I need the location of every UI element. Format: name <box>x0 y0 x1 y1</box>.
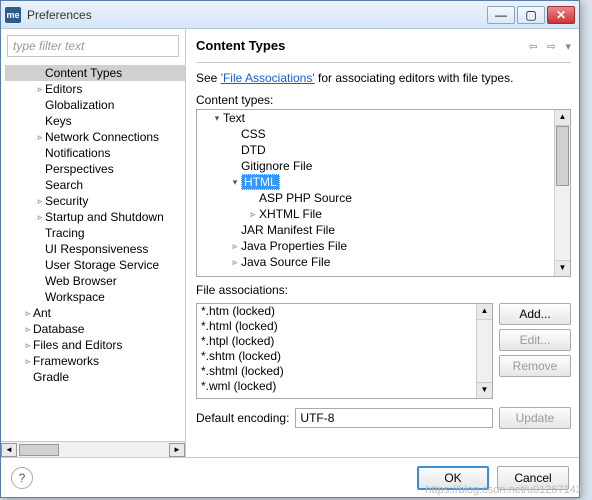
file-assoc-label: File associations: <box>196 283 571 297</box>
nav-item-content-types[interactable]: ▹Content Types <box>5 65 185 81</box>
nav-item-workspace[interactable]: ▹Workspace <box>5 289 185 305</box>
back-icon[interactable]: ⇦ <box>528 41 537 53</box>
nav-item-keys[interactable]: ▹Keys <box>5 113 185 129</box>
content-panel: Content Types ⇦ ⇨ ▾ See 'File Associatio… <box>186 29 579 457</box>
nav-item-notifications[interactable]: ▹Notifications <box>5 145 185 161</box>
preferences-window: me Preferences — ▢ ✕ type filter text ▹C… <box>0 0 580 498</box>
nav-item-editors[interactable]: ▹Editors <box>5 81 185 97</box>
file-associations-link[interactable]: 'File Associations' <box>221 71 315 85</box>
nav-item-network-connections[interactable]: ▹Network Connections <box>5 129 185 145</box>
scroll-left-icon[interactable]: ◄ <box>1 443 17 457</box>
encoding-input[interactable] <box>295 408 493 428</box>
nav-item-user-storage-service[interactable]: ▹User Storage Service <box>5 257 185 273</box>
nav-item-files-and-editors[interactable]: ▹Files and Editors <box>5 337 185 353</box>
update-button[interactable]: Update <box>499 407 571 429</box>
ct-item-asp-php-source[interactable]: ASP PHP Source <box>197 190 570 206</box>
ct-item-gitignore-file[interactable]: Gitignore File <box>197 158 570 174</box>
content-types-tree[interactable]: ▾TextCSSDTDGitignore File▾HTMLASP PHP So… <box>196 109 571 277</box>
nav-tree-hscroll[interactable]: ◄ ► <box>1 441 185 457</box>
assoc-item[interactable]: *.wml (locked) <box>197 379 492 394</box>
remove-button[interactable]: Remove <box>499 355 571 377</box>
nav-item-tracing[interactable]: ▹Tracing <box>5 225 185 241</box>
scroll-down-icon[interactable]: ▼ <box>555 260 570 276</box>
window-title: Preferences <box>27 8 485 22</box>
description: See 'File Associations' for associating … <box>196 71 571 85</box>
nav-item-web-browser[interactable]: ▹Web Browser <box>5 273 185 289</box>
assoc-item[interactable]: *.htm (locked) <box>197 304 492 319</box>
assoc-item[interactable]: *.shtml (locked) <box>197 364 492 379</box>
nav-item-ui-responsiveness[interactable]: ▹UI Responsiveness <box>5 241 185 257</box>
page-title: Content Types <box>196 38 522 53</box>
file-assoc-list[interactable]: *.htm (locked)*.html (locked)*.htpl (loc… <box>196 303 493 399</box>
nav-item-globalization[interactable]: ▹Globalization <box>5 97 185 113</box>
ct-item-css[interactable]: CSS <box>197 126 570 142</box>
watermark: https://blog.csdn.net/u01267143 <box>425 484 582 496</box>
ct-item-html[interactable]: ▾HTML <box>197 174 570 190</box>
assoc-item[interactable]: *.shtm (locked) <box>197 349 492 364</box>
hscroll-thumb[interactable] <box>19 444 59 456</box>
nav-item-perspectives[interactable]: ▹Perspectives <box>5 161 185 177</box>
assoc-vscroll[interactable]: ▲ ▼ <box>476 304 492 398</box>
nav-tree[interactable]: ▹Content Types▹Editors▹Globalization▹Key… <box>1 63 185 441</box>
filter-input[interactable]: type filter text <box>7 35 179 57</box>
ct-item-text[interactable]: ▾Text <box>197 110 570 126</box>
nav-item-startup-and-shutdown[interactable]: ▹Startup and Shutdown <box>5 209 185 225</box>
nav-item-gradle[interactable]: ▹Gradle <box>5 369 185 385</box>
scroll-right-icon[interactable]: ► <box>169 443 185 457</box>
assoc-item[interactable]: *.html (locked) <box>197 319 492 334</box>
scroll-up-icon[interactable]: ▲ <box>477 304 492 320</box>
encoding-label: Default encoding: <box>196 411 289 425</box>
left-panel: type filter text ▹Content Types▹Editors▹… <box>1 29 186 457</box>
minimize-button[interactable]: — <box>487 6 515 24</box>
nav-item-search[interactable]: ▹Search <box>5 177 185 193</box>
page-nav-icons: ⇦ ⇨ ▾ <box>522 39 571 53</box>
ct-vscroll-thumb[interactable] <box>556 126 569 186</box>
scroll-down-icon[interactable]: ▼ <box>477 382 492 398</box>
ct-item-dtd[interactable]: DTD <box>197 142 570 158</box>
help-icon[interactable]: ? <box>11 467 33 489</box>
nav-item-frameworks[interactable]: ▹Frameworks <box>5 353 185 369</box>
ct-item-xhtml-file[interactable]: ▹XHTML File <box>197 206 570 222</box>
add-button[interactable]: Add... <box>499 303 571 325</box>
dropdown-icon[interactable]: ▾ <box>565 41 571 53</box>
edit-button[interactable]: Edit... <box>499 329 571 351</box>
nav-item-database[interactable]: ▹Database <box>5 321 185 337</box>
ct-item-jar-manifest-file[interactable]: JAR Manifest File <box>197 222 570 238</box>
app-icon: me <box>5 7 21 23</box>
maximize-button[interactable]: ▢ <box>517 6 545 24</box>
nav-item-security[interactable]: ▹Security <box>5 193 185 209</box>
ct-item-java-properties-file[interactable]: ▹Java Properties File <box>197 238 570 254</box>
ct-vscroll[interactable]: ▲ ▼ <box>554 110 570 276</box>
nav-item-ant[interactable]: ▹Ant <box>5 305 185 321</box>
content-types-label: Content types: <box>196 93 571 107</box>
close-button[interactable]: ✕ <box>547 6 575 24</box>
titlebar[interactable]: me Preferences — ▢ ✕ <box>1 1 579 29</box>
forward-icon[interactable]: ⇨ <box>547 41 556 53</box>
scroll-up-icon[interactable]: ▲ <box>555 110 570 126</box>
assoc-item[interactable]: *.htpl (locked) <box>197 334 492 349</box>
ct-item-java-source-file[interactable]: ▹Java Source File <box>197 254 570 270</box>
